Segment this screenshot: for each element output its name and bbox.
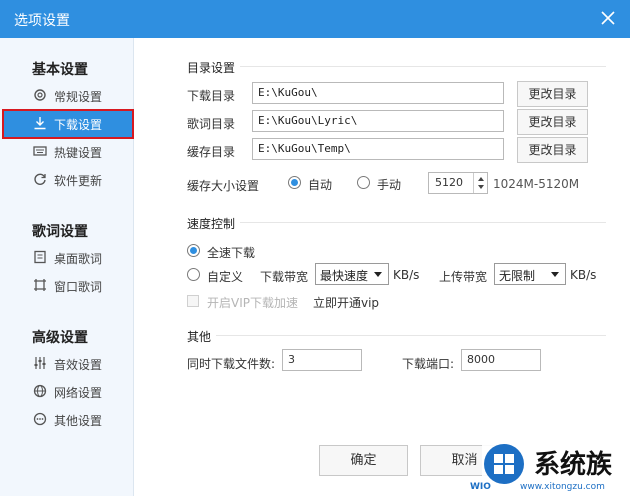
- change-cache-dir-button[interactable]: 更改目录: [517, 137, 588, 163]
- download-port-field[interactable]: 8000: [461, 349, 541, 371]
- sidebar-item-label: 软件更新: [54, 174, 103, 188]
- section-divider: [240, 222, 606, 223]
- sidebar-item-sound[interactable]: 音效设置: [0, 351, 134, 377]
- sidebar-item-update[interactable]: 软件更新: [0, 167, 134, 193]
- simultaneous-downloads-field[interactable]: 3: [282, 349, 362, 371]
- watermark-logo: 系统族 WIO www.xitongzu.com: [470, 440, 630, 496]
- vip-open-link[interactable]: 立即开通vip: [313, 294, 379, 311]
- download-bandwidth-select[interactable]: 最快速度: [315, 263, 389, 285]
- sidebar-item-label: 常规设置: [54, 90, 103, 104]
- cache-auto-label: 自动: [308, 178, 333, 192]
- sidebar: 基本设置 常规设置 下载设置 热键设置 软件更新 歌词设置 桌面歌词 窗口歌词 …: [0, 38, 134, 496]
- equalizer-icon: [33, 356, 47, 370]
- sidebar-item-general[interactable]: 常规设置: [0, 83, 134, 109]
- stepper-arrows-icon[interactable]: [473, 173, 487, 193]
- lyric-dir-field[interactable]: E:\KuGou\Lyric\: [252, 110, 504, 132]
- download-bandwidth-value: 最快速度: [320, 269, 369, 283]
- sidebar-item-label: 下载设置: [54, 118, 103, 132]
- group-title-lyrics: 歌词设置: [32, 224, 88, 240]
- more-icon: [33, 412, 47, 426]
- globe-icon: [33, 384, 47, 398]
- sidebar-item-label: 窗口歌词: [54, 280, 103, 294]
- vip-accel-checkbox[interactable]: [187, 295, 199, 307]
- chevron-down-icon: [551, 272, 559, 277]
- download-unit: KB/s: [393, 268, 420, 282]
- sidebar-item-label: 其他设置: [54, 414, 103, 428]
- upload-unit: KB/s: [570, 268, 597, 282]
- full-speed-radio[interactable]: [187, 244, 200, 257]
- cache-size-value: 5120: [435, 176, 463, 189]
- custom-speed-label: 自定义: [207, 270, 244, 284]
- group-title-advanced: 高级设置: [32, 330, 88, 346]
- sidebar-item-desktop-lyrics[interactable]: 桌面歌词: [0, 245, 134, 271]
- watermark-brand: 系统族: [534, 450, 613, 480]
- simultaneous-downloads-label: 同时下载文件数:: [187, 357, 276, 371]
- cache-range-text: 1024M-5120M: [493, 177, 580, 191]
- sidebar-item-other[interactable]: 其他设置: [0, 407, 134, 433]
- change-lyric-dir-button[interactable]: 更改目录: [517, 109, 588, 135]
- upload-bandwidth-value: 无限制: [499, 269, 536, 283]
- download-icon: [33, 116, 47, 130]
- chevron-down-icon: [374, 272, 382, 277]
- cache-dir-label: 缓存目录: [187, 145, 236, 159]
- cache-size-stepper[interactable]: 5120: [428, 172, 488, 194]
- sidebar-item-network[interactable]: 网络设置: [0, 379, 134, 405]
- download-bandwidth-label: 下载带宽: [260, 270, 309, 284]
- desktop-lyrics-icon: [33, 250, 47, 264]
- watermark-site: www.xitongzu.com: [520, 482, 605, 492]
- refresh-icon: [33, 172, 47, 186]
- ok-button[interactable]: 确定: [319, 445, 408, 476]
- sidebar-item-label: 网络设置: [54, 386, 103, 400]
- custom-speed-radio[interactable]: [187, 268, 200, 281]
- keyboard-icon: [33, 144, 47, 158]
- section-title-other: 其他: [187, 330, 212, 344]
- cache-manual-label: 手动: [377, 178, 402, 192]
- sidebar-item-label: 桌面歌词: [54, 252, 103, 266]
- download-dir-field[interactable]: E:\KuGou\: [252, 82, 504, 104]
- gear-icon: [33, 88, 47, 102]
- sidebar-item-download[interactable]: 下载设置: [2, 109, 134, 139]
- sidebar-item-label: 热键设置: [54, 146, 103, 160]
- window-lyrics-icon: [33, 278, 47, 292]
- section-title-directory: 目录设置: [187, 61, 236, 75]
- section-divider: [240, 66, 606, 67]
- title-bar: 选项设置: [0, 0, 630, 38]
- upload-bandwidth-select[interactable]: 无限制: [494, 263, 566, 285]
- section-title-speed: 速度控制: [187, 217, 236, 231]
- group-title-basic: 基本设置: [32, 62, 88, 78]
- watermark-site-left: WIO: [470, 482, 491, 492]
- cache-size-label: 缓存大小设置: [187, 179, 260, 193]
- vip-accel-label: 开启VIP下载加速: [207, 296, 298, 310]
- sidebar-item-label: 音效设置: [54, 358, 103, 372]
- lyric-dir-label: 歌词目录: [187, 117, 236, 131]
- full-speed-label: 全速下载: [207, 246, 256, 260]
- close-icon[interactable]: [600, 10, 616, 26]
- window-title: 选项设置: [14, 13, 70, 29]
- sidebar-item-hotkeys[interactable]: 热键设置: [0, 139, 134, 165]
- change-download-dir-button[interactable]: 更改目录: [517, 81, 588, 107]
- section-divider: [216, 335, 606, 336]
- upload-bandwidth-label: 上传带宽: [439, 270, 488, 284]
- cache-manual-radio[interactable]: [357, 176, 370, 189]
- cache-auto-radio[interactable]: [288, 176, 301, 189]
- cache-dir-field[interactable]: E:\KuGou\Temp\: [252, 138, 504, 160]
- download-port-label: 下载端口:: [402, 357, 455, 371]
- sidebar-item-window-lyrics[interactable]: 窗口歌词: [0, 273, 134, 299]
- download-dir-label: 下载目录: [187, 89, 236, 103]
